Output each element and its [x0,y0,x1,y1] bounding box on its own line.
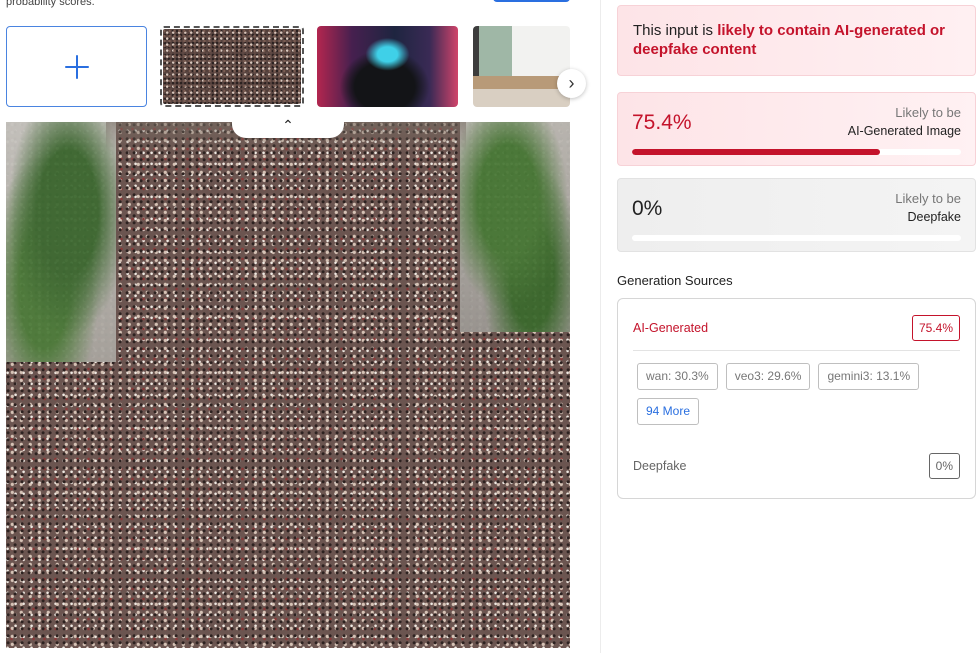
ai-generated-badge: 75.4% [911,315,960,341]
ai-generated-title: AI-Generated [633,321,709,335]
source-chip-list: wan: 30.3% veo3: 29.6% gemini3: 13.1% 94… [637,363,957,425]
generation-sources-card: AI-Generated 75.4% wan: 30.3% veo3: 29.6… [617,298,976,499]
source-chip-gemini3[interactable]: gemini3: 13.1% [818,363,920,390]
image-preview [6,122,570,648]
ai-score-value: 75.4% [632,111,692,134]
collapse-thumbnails-button[interactable]: ⌃ [232,112,344,138]
image-input-pane: probability scores. › ⌃ [0,0,600,653]
sources-divider [633,350,960,351]
deepfake-score-label-main: Deepfake [907,210,961,224]
source-chip-veo3[interactable]: veo3: 29.6% [725,363,811,390]
source-chip-wan[interactable]: wan: 30.3% [637,363,718,390]
submit-button[interactable] [493,0,570,2]
deepfake-badge: 0% [928,453,960,479]
generation-sources-heading: Generation Sources [617,273,733,288]
deepfake-score-card: 0% Likely to be Deepfake [617,178,976,252]
deepfake-score-value: 0% [632,197,663,220]
intro-text: probability scores. [6,0,95,8]
ai-score-card: 75.4% Likely to be AI-Generated Image [617,92,976,166]
chevron-up-icon: ⌃ [282,116,294,133]
thumbnail-carousel: › [0,22,600,112]
preview-trees-right [460,122,570,332]
deepfake-progress-track [632,235,961,241]
preview-trees-left [6,122,116,362]
ai-progress-fill [632,149,881,155]
verdict-banner: This input is likely to contain AI-gener… [617,5,976,76]
crowd-thumbnail-image [163,29,301,104]
chevron-right-icon: › [568,73,575,93]
thumbnail-cyberpunk[interactable] [317,26,458,107]
deepfake-score-label-top: Likely to be [895,191,961,206]
thumbnail-crowd[interactable] [160,26,304,107]
ai-score-label-main: AI-Generated Image [847,124,961,138]
ai-score-label-top: Likely to be [895,105,961,120]
deepfake-title: Deepfake [633,459,687,473]
verdict-prefix: This input is [633,22,718,39]
thumbnail-living-room[interactable] [473,26,570,107]
plus-icon [64,54,89,79]
carousel-next-button[interactable]: › [557,69,586,98]
add-image-button[interactable] [6,26,147,107]
more-sources-button[interactable]: 94 More [637,398,700,425]
results-pane: This input is likely to contain AI-gener… [600,0,977,653]
ai-progress-track [632,149,961,155]
